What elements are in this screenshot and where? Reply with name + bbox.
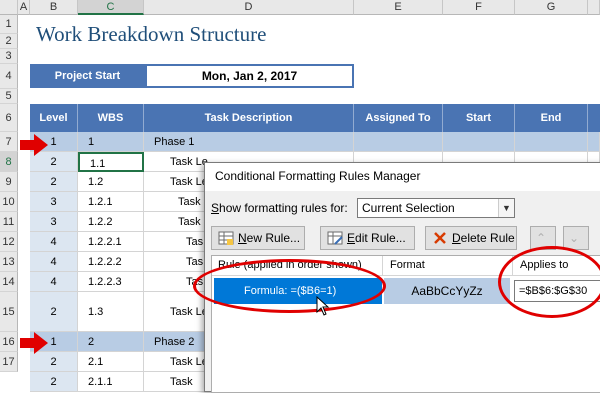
wbs-cell[interactable]: 1.2 (78, 172, 144, 192)
wbs-cell[interactable]: 1.2.2.2 (78, 252, 144, 272)
level-cell[interactable]: 4 (30, 232, 78, 252)
wbs-cell[interactable]: 1.1 (78, 152, 144, 172)
row-header[interactable]: 16 (0, 332, 18, 352)
column-header-e[interactable]: E (354, 0, 443, 15)
task-cell[interactable]: Phase 1 (144, 132, 354, 152)
new-rule-button[interactable]: New Rule... (211, 226, 305, 250)
wbs-cell[interactable]: 1.2.2.3 (78, 272, 144, 292)
new-rule-icon (218, 231, 234, 245)
chevron-down-icon: ⌄ (569, 231, 580, 245)
row-header[interactable]: 12 (0, 232, 18, 252)
wbs-cell[interactable]: 1.2.2.1 (78, 232, 144, 252)
edit-rule-label: Edit Rule... (347, 231, 406, 245)
row-header[interactable]: 15 (0, 292, 18, 332)
delete-icon (434, 232, 446, 244)
level-cell[interactable]: 2 (30, 352, 78, 372)
show-rules-value: Current Selection (362, 201, 455, 215)
start-cell[interactable] (443, 132, 515, 152)
level-cell[interactable]: 2 (30, 372, 78, 392)
extra-cell[interactable] (588, 132, 600, 152)
column-applies-header[interactable]: Applies to (520, 259, 568, 271)
row-header[interactable]: 8 (0, 152, 18, 172)
header-assigned-to: Assigned To (354, 104, 443, 132)
level-cell[interactable]: 4 (30, 252, 78, 272)
row-header[interactable]: 7 (0, 132, 18, 152)
edit-rule-icon (327, 231, 343, 245)
applies-to-field[interactable]: =$B$6:$G$30 (514, 280, 600, 302)
wbs-cell[interactable]: 1.2.1 (78, 192, 144, 212)
wbs-cell[interactable]: 1.2.2 (78, 212, 144, 232)
column-format-header[interactable]: Format (390, 259, 425, 271)
level-cell[interactable]: 3 (30, 192, 78, 212)
wbs-cell[interactable]: 1 (78, 132, 144, 152)
delete-rule-label: Delete Rule (452, 231, 515, 245)
conditional-formatting-dialog: Conditional Formatting Rules Manager Sho… (204, 162, 600, 393)
wbs-cell[interactable]: 2.1.1 (78, 372, 144, 392)
header-wbs: WBS (78, 104, 144, 132)
column-header-f[interactable]: F (443, 0, 515, 15)
column-divider (512, 256, 513, 276)
end-cell[interactable] (515, 132, 588, 152)
column-header-g[interactable]: G (515, 0, 588, 15)
delete-rule-button[interactable]: Delete Rule (425, 226, 517, 250)
show-rules-label: Show formatting rules for: (211, 201, 348, 215)
header-start: Start (443, 104, 515, 132)
header-end: End (515, 104, 588, 132)
wbs-cell[interactable]: 2 (78, 332, 144, 352)
row-header[interactable]: 10 (0, 192, 18, 212)
assigned-cell[interactable] (354, 132, 443, 152)
column-header-b[interactable]: B (30, 0, 78, 15)
red-arrow-icon (20, 332, 48, 354)
row-header[interactable]: 4 (0, 64, 18, 89)
column-header-h[interactable] (588, 0, 600, 15)
row-header[interactable]: 2 (0, 34, 18, 49)
rule-row[interactable]: Formula: =($B6=1) AaBbCcYyZz =$B$6:$G$30 (214, 278, 600, 304)
column-header-a[interactable]: A (18, 0, 30, 15)
mouse-pointer-icon (316, 296, 330, 316)
edit-rule-button[interactable]: Edit Rule... (320, 226, 415, 250)
rules-list-header: Rule (applied in order shown) Format App… (212, 256, 600, 276)
rules-list: Rule (applied in order shown) Format App… (211, 255, 600, 393)
row-header[interactable]: 9 (0, 172, 18, 192)
chevron-up-icon: ⌃ (536, 231, 547, 245)
new-rule-label: New Rule... (238, 231, 301, 245)
move-up-button[interactable]: ⌃ (530, 226, 556, 250)
row-header[interactable]: 14 (0, 272, 18, 292)
row-header[interactable]: 13 (0, 252, 18, 272)
row-header[interactable]: 17 (0, 352, 18, 372)
level-cell[interactable]: 4 (30, 272, 78, 292)
row-header[interactable]: 11 (0, 212, 18, 232)
project-start-label: Project Start (30, 64, 145, 88)
row-header[interactable]: 1 (0, 15, 18, 34)
project-start-value[interactable]: Mon, Jan 2, 2017 (145, 64, 354, 88)
select-all-corner[interactable] (0, 0, 18, 15)
dialog-title: Conditional Formatting Rules Manager (205, 163, 600, 191)
column-rule-header[interactable]: Rule (applied in order shown) (218, 259, 362, 271)
level-cell[interactable]: 2 (30, 172, 78, 192)
sheet-title: Work Breakdown Structure (36, 22, 267, 46)
show-rules-select[interactable]: Current Selection ▼ (357, 198, 515, 218)
move-down-button[interactable]: ⌄ (563, 226, 589, 250)
header-task-description: Task Description (144, 104, 354, 132)
rule-formula[interactable]: Formula: =($B6=1) (214, 278, 382, 304)
row-header[interactable]: 5 (0, 89, 18, 104)
level-cell[interactable]: 3 (30, 212, 78, 232)
column-divider (382, 256, 383, 276)
row-header[interactable]: 3 (0, 49, 18, 64)
header-extra (588, 104, 600, 132)
level-cell[interactable]: 2 (30, 292, 78, 332)
header-level: Level (30, 104, 78, 132)
column-header-d[interactable]: D (144, 0, 354, 15)
chevron-down-icon[interactable]: ▼ (498, 199, 514, 217)
wbs-cell[interactable]: 2.1 (78, 352, 144, 372)
row-header[interactable]: 6 (0, 104, 18, 132)
red-arrow-icon (20, 134, 48, 156)
format-preview[interactable]: AaBbCcYyZz (384, 278, 510, 304)
column-header-c[interactable]: C (78, 0, 144, 15)
wbs-cell[interactable]: 1.3 (78, 292, 144, 332)
